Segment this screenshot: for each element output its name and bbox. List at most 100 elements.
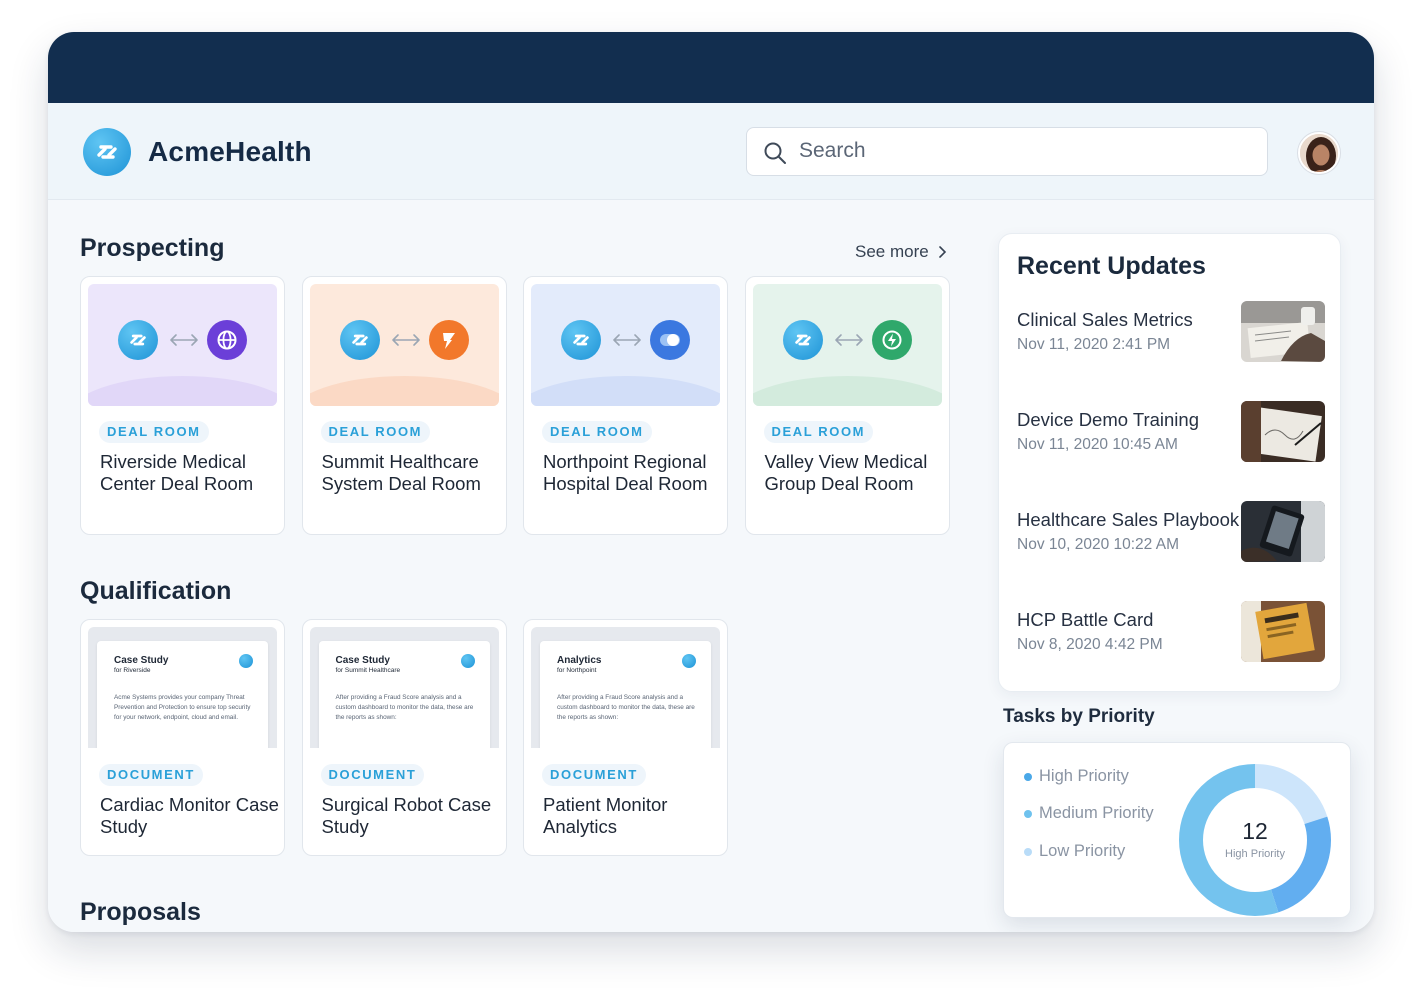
acme-logo-icon [460, 654, 475, 668]
document-card[interactable]: Case Study for Summit Healthcare After pro… [301, 619, 507, 856]
logo-icon[interactable] [83, 128, 131, 176]
top-bar [48, 32, 1374, 103]
bidirectional-arrow-icon [833, 330, 865, 355]
doc-preview-subtitle: for Riverside [114, 667, 151, 674]
legend-label: High Priority [1039, 767, 1129, 785]
card-title: Patient Monitor Analytics [543, 794, 668, 837]
legend-label: Medium Priority [1039, 804, 1154, 822]
document-card[interactable]: Case Study for Riverside Acme Systems prov… [80, 619, 285, 856]
doc-preview-title: Case Study [114, 655, 169, 666]
update-item[interactable]: Clinical Sales Metrics Nov 11, 2020 2:41… [1017, 301, 1325, 363]
deal-room-card[interactable]: DEAL ROOM Riverside Medical Center Deal R… [80, 276, 285, 535]
recent-updates-title: Recent Updates [1017, 252, 1206, 280]
card-title: Summit Healthcare System Deal Room [321, 451, 481, 494]
acme-logo-icon [561, 320, 601, 360]
card-tag: DEAL ROOM [99, 421, 209, 443]
thumbnail-wave [309, 376, 499, 406]
update-date: Nov 8, 2020 4:42 PM [1017, 636, 1163, 653]
see-more-link[interactable]: See more [855, 242, 947, 262]
card-title: Cardiac Monitor Case Study [100, 794, 279, 837]
search-icon [764, 142, 786, 164]
doc-preview-title: Case Study [335, 655, 390, 666]
card-tag: DOCUMENT [320, 764, 425, 786]
update-date: Nov 11, 2020 2:41 PM [1017, 336, 1171, 353]
brand-name[interactable]: AcmeHealth [148, 136, 312, 168]
card-thumbnail [88, 284, 277, 406]
document-page: Analytics for Northpoint After providing a… [540, 641, 711, 748]
tasks-by-priority-card: High Priority Medium Priority Low Priori… [1003, 742, 1351, 918]
card-tag: DOCUMENT [542, 764, 646, 786]
update-date: Nov 11, 2020 10:45 AM [1017, 436, 1178, 453]
document-preview: Case Study for Summit Healthcare After pro… [309, 627, 499, 748]
search-box[interactable] [746, 127, 1268, 176]
tasks-title: Tasks by Priority [1003, 706, 1155, 727]
doc-preview-subtitle: for Summit Healthcare [335, 667, 401, 674]
see-more-label: See more [855, 242, 929, 261]
thumbnail-wave [752, 376, 942, 406]
card-tag: DOCUMENT [99, 764, 203, 786]
bidirectional-arrow-icon [611, 330, 643, 355]
doc-preview-body: After providing a Fraud Score analysis a… [557, 694, 695, 721]
section-title-prospecting: Prospecting [80, 234, 225, 262]
card-thumbnail [752, 284, 942, 406]
update-item[interactable]: Healthcare Sales Playbook Nov 10, 2020 1… [1017, 501, 1325, 563]
globe-icon [207, 320, 247, 360]
legend-label: Low Priority [1039, 842, 1126, 860]
user-avatar[interactable] [1298, 132, 1340, 174]
card-thumbnail [531, 284, 720, 406]
card-tag: DEAL ROOM [763, 421, 874, 443]
update-item[interactable]: HCP Battle Card Nov 8, 2020 4:42 PM [1017, 601, 1325, 663]
folder-documents-photo [1241, 601, 1325, 662]
acme-logo-icon [682, 654, 696, 668]
donut-center-value: 12 [1242, 818, 1268, 844]
update-title: Healthcare Sales Playbook [1017, 509, 1240, 530]
update-item[interactable]: Device Demo Training Nov 11, 2020 10:45 … [1017, 401, 1325, 463]
sketch-drawing-photo [1241, 401, 1325, 462]
update-title: Device Demo Training [1017, 409, 1199, 430]
update-title: HCP Battle Card [1017, 609, 1154, 630]
acme-logo-icon [339, 320, 380, 360]
section-title-proposals: Proposals [80, 898, 201, 926]
app-window: AcmeHealth Prospecting See more [48, 32, 1374, 932]
doc-preview-body: Acme Systems provides your company Threa… [114, 694, 251, 721]
doc-preview-subtitle: for Northpoint [557, 667, 597, 674]
legend-dot [1024, 809, 1032, 818]
document-page: Case Study for Riverside Acme Systems prov… [97, 641, 268, 748]
thumbnail-wave [531, 376, 720, 406]
card-title: Valley View Medical Group Deal Room [764, 451, 928, 494]
acme-logo-icon [118, 320, 158, 360]
bolt-flag-icon [428, 320, 469, 360]
card-title: Northpoint Regional Hospital Deal Room [543, 451, 708, 494]
main-content: Prospecting See more DEAL ROOM Riverside … [48, 200, 1374, 932]
recent-updates-panel: Recent Updates Clinical Sales Metrics No… [998, 233, 1341, 692]
header: AcmeHealth [48, 103, 1374, 200]
bolt-circle-icon [871, 320, 912, 360]
legend-dot [1024, 772, 1032, 781]
doc-preview-title: Analytics [557, 655, 602, 666]
card-tag: DEAL ROOM [542, 421, 652, 443]
card-title: Surgical Robot Case Study [321, 794, 492, 837]
legend-dot [1024, 847, 1032, 856]
cloud-toggle-icon [650, 320, 690, 360]
search-input[interactable] [799, 128, 1249, 174]
bidirectional-arrow-icon [390, 330, 422, 355]
acme-logo-icon [782, 320, 823, 360]
deal-room-card[interactable]: DEAL ROOM Northpoint Regional Hospital De… [523, 276, 728, 535]
document-card[interactable]: Analytics for Northpoint After providing a… [523, 619, 728, 856]
legend-item-medium[interactable]: Medium Priority [1024, 804, 1154, 823]
acme-logo-icon [239, 654, 253, 668]
card-title: Riverside Medical Center Deal Room [100, 451, 254, 494]
donut-center-label: High Priority [1225, 848, 1285, 860]
card-thumbnail [309, 284, 499, 406]
chevron-right-icon [938, 246, 946, 258]
writing-desk-photo [1241, 301, 1325, 362]
thumbnail-wave [88, 376, 277, 406]
document-preview: Case Study for Riverside Acme Systems prov… [88, 627, 277, 748]
deal-room-card[interactable]: DEAL ROOM Summit Healthcare System Deal R… [301, 276, 507, 535]
update-title: Clinical Sales Metrics [1017, 309, 1193, 330]
section-title-qualification: Qualification [80, 577, 232, 605]
deal-room-card[interactable]: DEAL ROOM Valley View Medical Group Deal … [744, 276, 950, 535]
legend-item-high[interactable]: High Priority [1024, 767, 1129, 786]
ereader-photo [1241, 501, 1325, 562]
legend-item-low[interactable]: Low Priority [1024, 842, 1125, 861]
